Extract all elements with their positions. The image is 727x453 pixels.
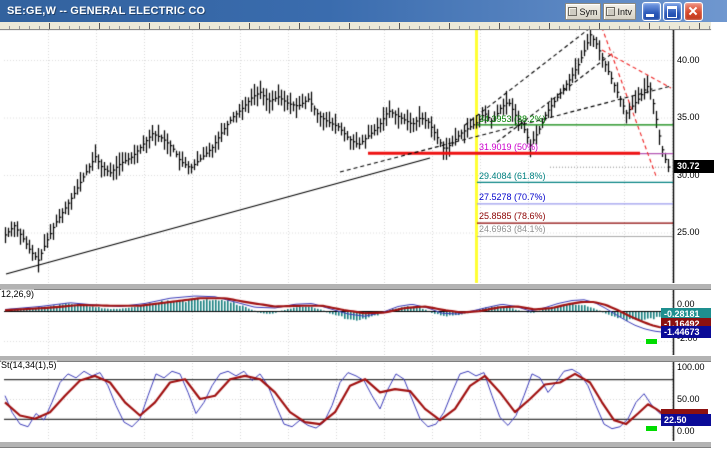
- panel-splitter[interactable]: [0, 355, 711, 362]
- stoch-green-marker: [646, 426, 657, 431]
- macd-params-label: 12,26,9): [1, 289, 34, 299]
- fib-label-38: 34.3953 (38.2%): [479, 114, 546, 124]
- stoch-axis-tick: 50.00: [677, 395, 700, 404]
- last-price-badge: 30.72: [674, 160, 714, 173]
- fib-label-61: 29.4084 (61.8%): [479, 171, 546, 181]
- stoch-k-badge: 22.50: [661, 414, 711, 426]
- chart-window: SE:GE,W -- GENERAL ELECTRIC CO Sym Intv: [0, 0, 727, 453]
- symbol-button[interactable]: Sym: [565, 3, 601, 20]
- fib-label-70: 27.5278 (70.7%): [479, 192, 546, 202]
- minimize-icon: [646, 14, 654, 17]
- maximize-button[interactable]: [663, 2, 682, 21]
- price-axis-tick: 40.00: [677, 56, 700, 65]
- time-ruler: [0, 22, 711, 30]
- fib-label-84: 24.6963 (84.1%): [479, 224, 546, 234]
- maximize-icon: [667, 6, 677, 18]
- panel-splitter[interactable]: [0, 283, 711, 290]
- macd-green-marker: [646, 339, 657, 344]
- minimize-button[interactable]: [642, 2, 661, 21]
- interval-button[interactable]: Intv: [603, 3, 636, 20]
- macd-line-badge: -1.44673: [661, 326, 711, 338]
- close-button[interactable]: [684, 2, 703, 21]
- stoch-axis-tick: 0.00: [677, 427, 695, 436]
- stoch-axis-tick: 100.00: [677, 363, 705, 372]
- symbol-button-label: Sym: [579, 7, 597, 17]
- chart-canvas[interactable]: [0, 0, 727, 453]
- titlebar-buttons: Sym Intv: [565, 2, 703, 21]
- price-axis-tick: 25.00: [677, 228, 700, 237]
- interval-button-icon: [606, 7, 615, 16]
- title-bar[interactable]: SE:GE,W -- GENERAL ELECTRIC CO Sym Intv: [0, 0, 727, 22]
- price-axis-tick: 35.00: [677, 113, 700, 122]
- symbol-button-icon: [568, 7, 577, 16]
- fib-label-78: 25.8585 (78.6%): [479, 211, 546, 221]
- panel-splitter[interactable]: [0, 441, 711, 448]
- stoch-params-label: St(14,34(1),5): [1, 360, 57, 370]
- interval-button-label: Intv: [617, 7, 632, 17]
- window-title: SE:GE,W -- GENERAL ELECTRIC CO: [0, 5, 205, 17]
- fib-label-50: 31.9019 (50%): [479, 142, 538, 152]
